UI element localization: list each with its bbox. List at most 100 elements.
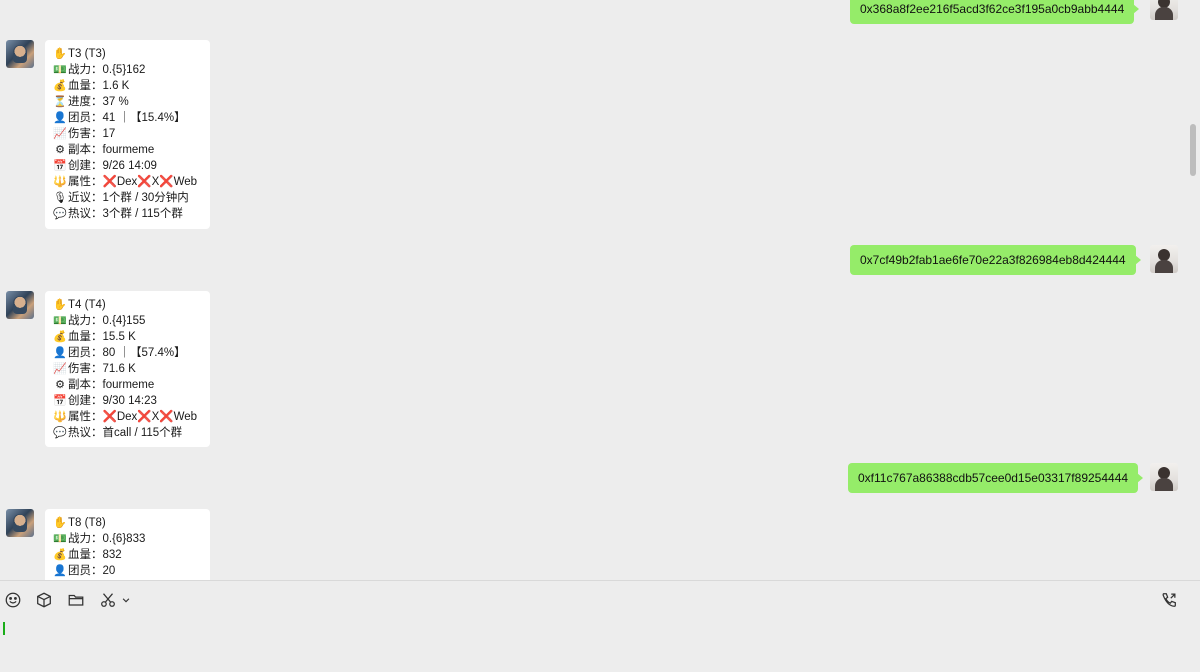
card-row: 👤团员：41 ｜【15.4%】 — [53, 110, 202, 126]
avatar[interactable] — [1150, 0, 1178, 20]
card-row: 📅创建：9/26 14:09 — [53, 158, 202, 174]
card-row-text: 副本：fourmeme — [68, 379, 155, 391]
card-row: 💵战力：0.{4}155 — [53, 313, 202, 329]
card-row: 💰血量：832 — [53, 547, 202, 563]
card-row-text: 战力：0.{4}155 — [68, 315, 146, 327]
card-title-text: T4 (T4) — [68, 299, 106, 311]
card-row-text: 伤害：71.6 K — [68, 363, 136, 375]
cross-icon: ❌ — [102, 176, 117, 188]
money-icon: 💵 — [53, 315, 67, 327]
message-bubble-received[interactable]: ✋T4 (T4) 💵战力：0.{4}155 💰血量：15.5 K 👤团员：80 ｜【5… — [45, 291, 210, 447]
avatar[interactable] — [6, 40, 34, 68]
attribute-label: Web — [173, 411, 198, 423]
card-row-text: 属性： — [68, 411, 103, 423]
moneybag-icon: 💰 — [53, 549, 67, 561]
avatar[interactable] — [1150, 245, 1178, 273]
card-row: 📈伤害：71.6 K — [53, 361, 202, 377]
attribute-label: Dex — [116, 411, 138, 423]
chart-icon: 📈 — [53, 128, 67, 140]
card-title-text: T3 (T3) — [68, 48, 106, 60]
card-row-text: 血量：1.6 K — [68, 80, 130, 92]
speech-icon: 💬 — [53, 427, 67, 439]
cross-icon: ❌ — [159, 411, 174, 423]
message-bubble-sent[interactable]: 0x368a8f2ee216f5acd3f62ce3f195a0cb9abb44… — [850, 0, 1140, 24]
card-row: ⏳进度：37 % — [53, 94, 202, 110]
message-bubble-received[interactable]: ✋T3 (T3) 💵战力：0.{5}162 💰血量：1.6 K ⏳进度：37 % 👤团员… — [45, 40, 210, 229]
card-row-text: 属性： — [68, 176, 103, 188]
scissors-icon[interactable] — [99, 591, 119, 611]
cross-icon: ❌ — [159, 176, 174, 188]
moneybag-icon: 💰 — [53, 80, 67, 92]
avatar[interactable] — [1150, 463, 1178, 491]
cross-icon: ❌ — [102, 411, 117, 423]
message-bubble-sent[interactable]: 0xf11c767a86388cdb57cee0d15e03317f892544… — [848, 463, 1144, 493]
card-row: 👤团员：20 — [53, 563, 202, 579]
moneybag-icon: 💰 — [53, 331, 67, 343]
message-bubble-sent[interactable]: 0x7cf49b2fab1ae6fe70e22a3f826984eb8d4244… — [850, 245, 1141, 275]
card-title: ✋T8 (T8) — [53, 515, 202, 531]
money-icon: 💵 — [53, 533, 67, 545]
money-icon: 💵 — [53, 64, 67, 76]
message-composer[interactable] — [0, 581, 1200, 672]
card-row-text: 血量：15.5 K — [68, 331, 136, 343]
card-row: 🎙近议：1个群 / 30分钟内 — [53, 190, 202, 206]
card-row-text: 团员：80 ｜【57.4%】 — [68, 347, 186, 359]
card-row: 💬热议：首call / 115个群 — [53, 425, 202, 441]
chart-icon: 📈 — [53, 363, 67, 375]
hourglass-icon: ⏳ — [53, 96, 67, 108]
card-row: 👤团员：80 ｜【57.4%】 — [53, 345, 202, 361]
card-row-text: 创建：9/30 14:23 — [68, 395, 157, 407]
gear-icon: ⚙ — [55, 379, 65, 391]
speech-icon: 💬 — [53, 208, 67, 220]
card-row: ⚙ 副本：fourmeme — [53, 142, 202, 158]
card-row: 🔱属性：❌Dex❌X❌Web — [53, 174, 202, 190]
box-icon[interactable] — [35, 591, 55, 611]
message-bubble-received[interactable]: ✋T8 (T8) 💵战力：0.{6}833 💰血量：832 👤团员：20 — [45, 509, 210, 580]
card-row-text: 创建：9/26 14:09 — [68, 160, 157, 172]
chevron-down-icon[interactable] — [121, 591, 133, 611]
cross-icon: ❌ — [137, 176, 152, 188]
card-row-text: 团员：20 — [68, 565, 116, 577]
hand-icon: ✋ — [53, 48, 67, 60]
phone-icon[interactable] — [1160, 591, 1180, 611]
scrollbar-thumb[interactable] — [1190, 124, 1196, 176]
emoji-icon[interactable] — [4, 591, 24, 611]
card-title: ✋T3 (T3) — [53, 46, 202, 62]
calendar-icon: 📅 — [53, 395, 67, 407]
microphone-icon: 🎙 — [53, 192, 67, 204]
text-cursor[interactable] — [3, 622, 5, 635]
gear-icon: ⚙ — [55, 144, 65, 156]
scrollbar[interactable] — [1186, 0, 1198, 580]
card-row: ⚙ 副本：fourmeme — [53, 377, 202, 393]
card-row: 💬热议：3个群 / 115个群 — [53, 206, 202, 222]
card-row-text: 团员：41 ｜【15.4%】 — [68, 112, 186, 124]
trident-icon: 🔱 — [53, 176, 67, 188]
card-row: 💰血量：15.5 K — [53, 329, 202, 345]
card-row: 💵战力：0.{5}162 — [53, 62, 202, 78]
calendar-icon: 📅 — [53, 160, 67, 172]
card-row-text: 热议：首call / 115个群 — [68, 427, 183, 439]
person-icon: 👤 — [53, 347, 67, 359]
card-row: 📈伤害：17 — [53, 126, 202, 142]
attribute-label: Dex — [116, 176, 138, 188]
card-row-text: 血量：832 — [68, 549, 122, 561]
cross-icon: ❌ — [137, 411, 152, 423]
card-title-text: T8 (T8) — [68, 517, 106, 529]
hand-icon: ✋ — [53, 299, 67, 311]
card-row: 🔱属性：❌Dex❌X❌Web — [53, 409, 202, 425]
person-icon: 👤 — [53, 112, 67, 124]
card-row-text: 热议：3个群 / 115个群 — [68, 208, 183, 220]
card-row-text: 进度：37 % — [68, 96, 129, 108]
card-row: 💵战力：0.{6}833 — [53, 531, 202, 547]
chat-area: 0x368a8f2ee216f5acd3f62ce3f195a0cb9abb44… — [0, 0, 1186, 580]
card-row-text: 副本：fourmeme — [68, 144, 155, 156]
card-row-text: 近议：1个群 / 30分钟内 — [68, 192, 189, 204]
card-row: 💰血量：1.6 K — [53, 78, 202, 94]
avatar[interactable] — [6, 291, 34, 319]
hand-icon: ✋ — [53, 517, 67, 529]
avatar[interactable] — [6, 509, 34, 537]
card-row-text: 伤害：17 — [68, 128, 116, 140]
card-row-text: 战力：0.{6}833 — [68, 533, 146, 545]
folder-icon[interactable] — [67, 591, 87, 611]
card-title: ✋T4 (T4) — [53, 297, 202, 313]
